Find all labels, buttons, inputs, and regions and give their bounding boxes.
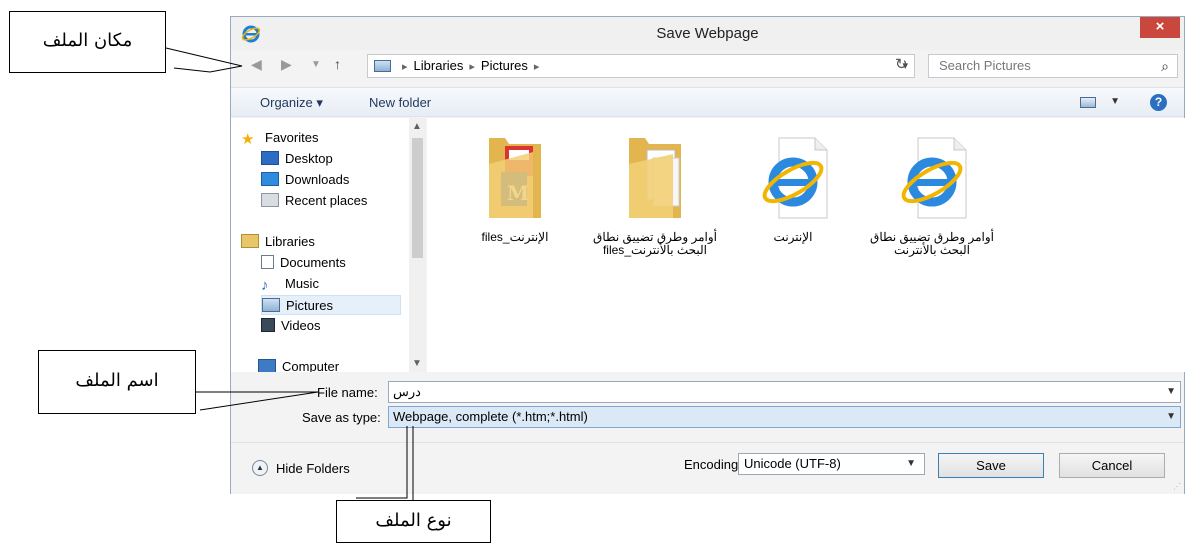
annotation-pointers	[165, 47, 414, 506]
file-location-pointer	[165, 47, 243, 73]
file-name-pointer	[196, 391, 319, 411]
file-type-pointer	[356, 426, 408, 499]
callout-file-type: نوع الملف	[336, 500, 491, 543]
callout-file-location: مكان الملف	[9, 11, 166, 73]
callout-file-name: اسم الملف	[38, 350, 196, 414]
